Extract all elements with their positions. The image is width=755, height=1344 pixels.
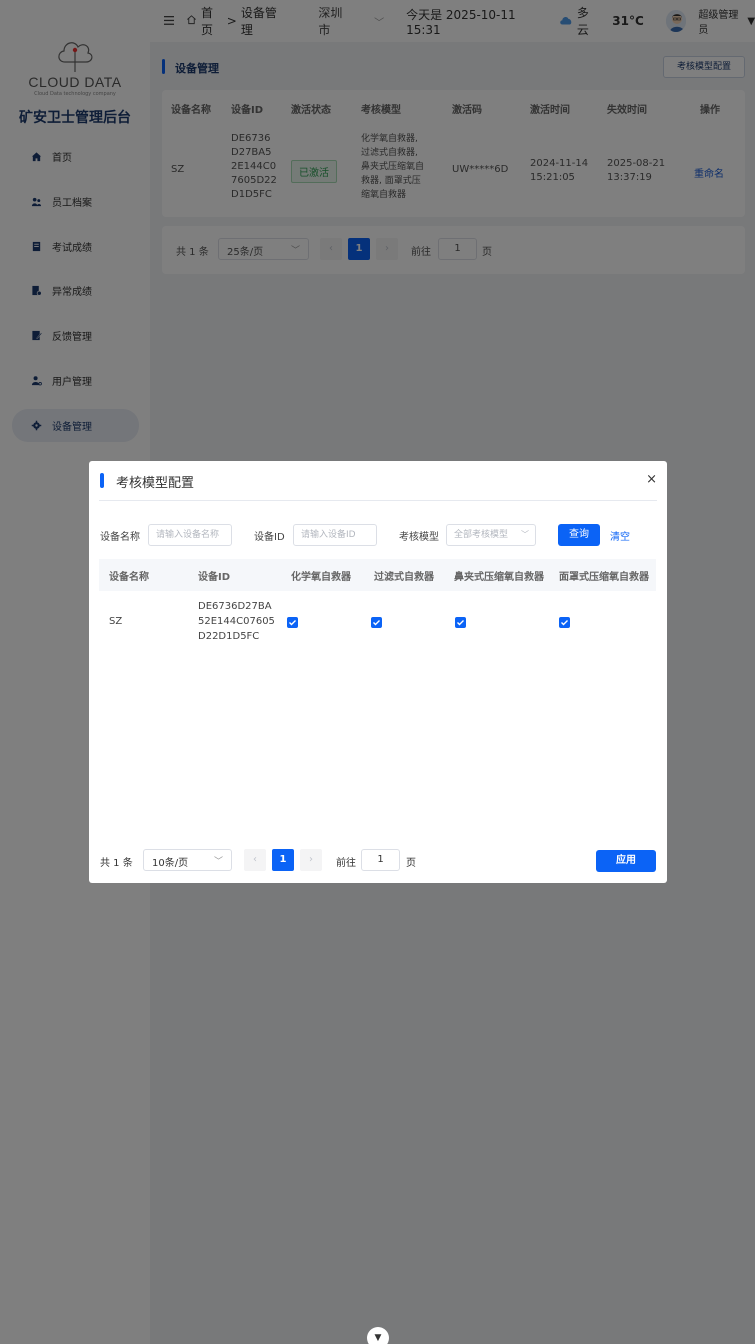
clear-button[interactable]: 清空 <box>610 528 630 543</box>
check-icon <box>561 620 568 626</box>
dialog-title: 考核模型配置 <box>116 476 195 491</box>
prev-page-button[interactable]: ‹ <box>244 849 266 871</box>
scroll-down-icon[interactable]: ▼ <box>367 1327 389 1344</box>
nose-clip-oxygen-checkbox[interactable] <box>455 617 466 628</box>
close-icon[interactable]: × <box>646 472 657 487</box>
page-size-select[interactable]: 10条/页 ﹀ <box>143 849 232 871</box>
column-header: 化学氧自救器 <box>291 572 351 583</box>
page-number[interactable]: 1 <box>272 849 294 871</box>
filter-type-checkbox[interactable] <box>371 617 382 628</box>
chevron-down-icon: ﹀ <box>521 530 529 539</box>
device-id-label: 设备ID <box>254 532 285 543</box>
goto-page-input[interactable]: 1 <box>361 849 400 871</box>
column-header: 设备ID <box>198 572 231 583</box>
column-header: 鼻夹式压缩氧自救器 <box>454 572 544 583</box>
mask-oxygen-checkbox[interactable] <box>559 617 570 628</box>
goto-label: 前往 <box>336 858 356 869</box>
query-button[interactable]: 查询 <box>558 524 600 546</box>
check-icon <box>373 620 380 626</box>
check-icon <box>457 620 464 626</box>
device-name-label: 设备名称 <box>100 532 140 543</box>
device-name-input[interactable]: 请输入设备名称 <box>148 524 232 546</box>
device-name: SZ <box>109 616 123 627</box>
total-count: 共 1 条 <box>100 858 133 869</box>
model-label: 考核模型 <box>399 532 439 543</box>
model-config-dialog: 考核模型配置 × 设备名称 请输入设备名称 设备ID 请输入设备ID 考核模型 … <box>89 461 667 883</box>
table-row: SZ DE6736D27BA 52E144C07605 D22D1D5FC <box>99 591 656 653</box>
check-icon <box>289 620 296 626</box>
table-header: 设备名称 设备ID 化学氧自救器 过滤式自救器 鼻夹式压缩氧自救器 面罩式压缩氧… <box>99 559 656 591</box>
title-accent-bar <box>100 473 104 488</box>
chevron-down-icon: ﹀ <box>213 857 223 867</box>
column-header: 设备名称 <box>109 572 149 583</box>
divider <box>99 500 657 501</box>
model-select[interactable]: 全部考核模型 ﹀ <box>446 524 536 546</box>
column-header: 过滤式自救器 <box>374 572 434 583</box>
chemical-oxygen-checkbox[interactable] <box>287 617 298 628</box>
column-header: 面罩式压缩氧自救器 <box>559 572 649 583</box>
page-unit: 页 <box>406 858 416 869</box>
device-id-input[interactable]: 请输入设备ID <box>293 524 377 546</box>
apply-button[interactable]: 应用 <box>596 850 656 872</box>
next-page-button[interactable]: › <box>300 849 322 871</box>
device-id: DE6736D27BA 52E144C07605 D22D1D5FC <box>198 601 275 642</box>
